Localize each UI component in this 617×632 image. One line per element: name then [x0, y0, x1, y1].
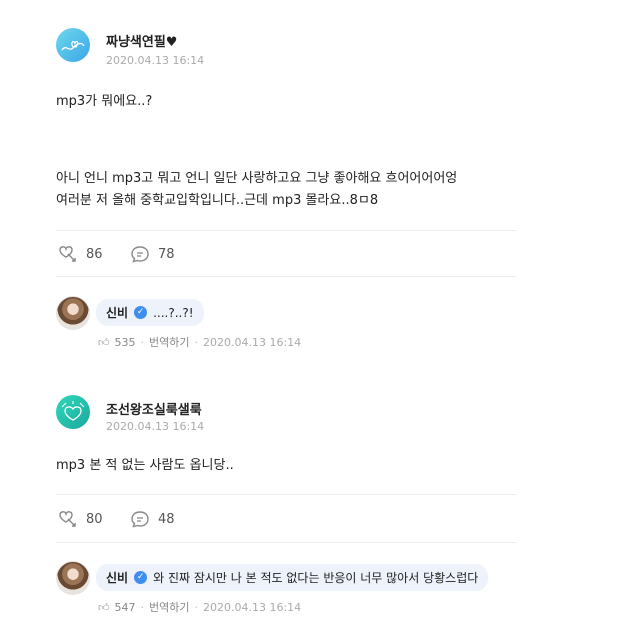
comment-icon [131, 246, 149, 263]
user-avatar[interactable] [56, 395, 90, 429]
divider [56, 276, 516, 277]
user-avatar[interactable] [56, 28, 90, 62]
post-author[interactable]: 조선왕조실룩샐룩 [106, 399, 202, 418]
comment-button[interactable]: 78 [130, 244, 175, 264]
heart-outline-icon [59, 511, 76, 527]
reply-author[interactable]: 신비 [106, 569, 128, 586]
divider [56, 542, 516, 543]
reply-avatar[interactable] [56, 296, 90, 330]
verified-badge-icon: ✓ [134, 306, 148, 319]
translate-link[interactable]: 번역하기 [149, 599, 189, 615]
reply-date: 2020.04.13 16:14 [202, 600, 302, 614]
reply-date: 2020.04.13 16:14 [202, 335, 302, 349]
verified-badge-icon: ✓ [134, 571, 148, 584]
divider [56, 230, 516, 231]
reply-meta: 👍︎ 535 · 번역하기 · 2020.04.13 16:14 [98, 334, 302, 350]
reply-like-count: 547 [114, 600, 136, 614]
translate-link[interactable]: 번역하기 [149, 334, 189, 350]
reply-like-count: 535 [114, 335, 136, 349]
reply-avatar[interactable] [56, 561, 90, 595]
thumbs-up-icon[interactable]: 👍︎ [98, 601, 110, 614]
thumbs-up-icon[interactable]: 👍︎ [98, 336, 110, 349]
comment-count: 48 [158, 511, 175, 527]
like-button[interactable]: 86 [56, 244, 103, 264]
reply-bubble: 신비 ✓ ....?..?! [96, 299, 204, 326]
post-text-line: 여러분 저 올해 중학교입학입니다..근데 mp3 몰라요..8ㅁ8 [56, 193, 379, 208]
post-text-line: 아니 언니 mp3고 뭐고 언니 일단 사랑하고요 그냥 좋아해요 흐어어어어엉 [56, 171, 458, 186]
post-date: 2020.04.13 16:14 [106, 420, 205, 433]
comment-button[interactable]: 48 [130, 509, 175, 529]
like-count: 86 [86, 246, 103, 262]
post-author[interactable]: 짜냥색연필♥ [106, 31, 177, 50]
post-date: 2020.04.13 16:14 [106, 54, 205, 67]
heart-outline-icon [59, 246, 76, 262]
heart-scribble-icon [61, 41, 85, 51]
comment-count: 78 [158, 246, 175, 262]
reply-text: 와 진짜 잠시만 나 본 적도 없다는 반응이 너무 많아서 당황스럽다 [153, 571, 479, 585]
reply-text: ....?..?! [153, 305, 194, 320]
reply-author[interactable]: 신비 [106, 304, 128, 321]
comment-icon [131, 511, 149, 528]
post-text-line: mp3 본 적 없는 사람도 옵니당.. [56, 458, 234, 473]
like-button[interactable]: 80 [56, 509, 103, 529]
reply-meta: 👍︎ 547 · 번역하기 · 2020.04.13 16:14 [98, 599, 302, 615]
post-text-line: mp3가 뭐에요..? [56, 94, 153, 109]
divider [56, 494, 516, 495]
reply-bubble: 신비 ✓ 와 진짜 잠시만 나 본 적도 없다는 반응이 너무 많아서 당황스럽… [96, 564, 489, 591]
heart-scribble-icon [61, 401, 85, 421]
like-count: 80 [86, 511, 103, 527]
